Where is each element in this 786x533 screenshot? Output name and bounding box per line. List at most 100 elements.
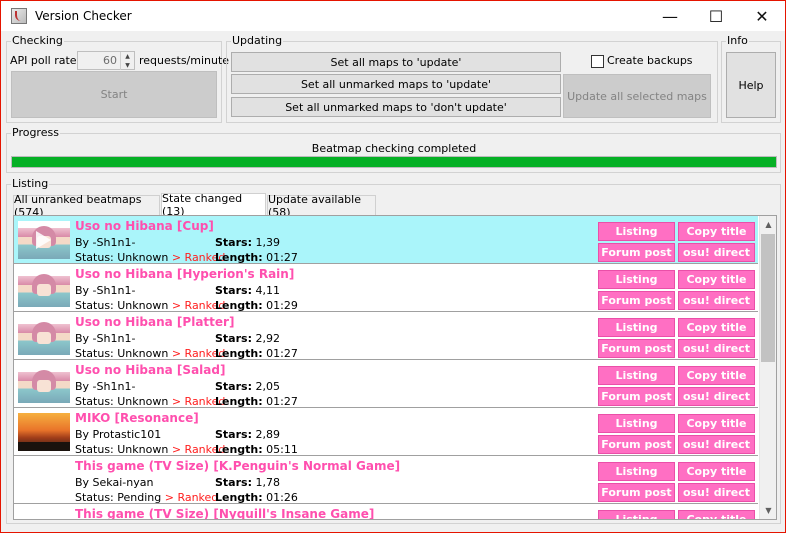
forum-post-button[interactable]: Forum post [598,483,675,502]
scroll-up-icon[interactable]: ▲ [760,216,776,233]
beatmap-mapper: By -Sh1n1- [75,380,136,393]
copy-title-button[interactable]: Copy title [678,270,755,289]
list-item[interactable]: MIKO [Resonance] By Protastic101 Status: U… [14,408,758,456]
stars-value: 1,78 [255,476,280,489]
forum-post-button[interactable]: Forum post [598,339,675,358]
set-unmarked-update-button[interactable]: Set all unmarked maps to 'update' [231,74,561,94]
spinner-up-icon[interactable]: ▲ [120,52,134,61]
copy-title-button[interactable]: Copy title [678,222,755,241]
scrollbar-thumb[interactable] [761,234,775,362]
beatmap-title: Uso no Hibana [Platter] [75,315,235,329]
copy-title-button[interactable]: Copy title [678,366,755,385]
list-item[interactable]: Uso no Hibana [Hyperion's Rain] By -Sh1n1… [14,264,758,312]
forum-post-button[interactable]: Forum post [598,243,675,262]
help-button[interactable]: Help [726,52,776,118]
tab-state-changed[interactable]: State changed (13) [161,192,266,218]
beatmap-title: This game (TV Size) [K.Penguin's Normal … [75,459,401,473]
title-bar[interactable]: Version Checker — ☐ ✕ [1,1,785,31]
beatmap-length: Length: 01:27 [215,347,298,360]
set-unmarked-dont-update-button[interactable]: Set all unmarked maps to 'don't update' [231,97,561,117]
osu-direct-button[interactable]: osu! direct [678,339,755,358]
tab-all-unranked[interactable]: All unranked beatmaps (574) [13,193,160,219]
info-panel-label: Info [726,34,749,47]
status-old: Status: Unknown [75,347,169,360]
beatmap-length: Length: 05:11 [215,443,298,456]
set-all-update-button[interactable]: Set all maps to 'update' [231,52,561,72]
beatmap-length: Length: 01:27 [215,251,298,264]
length-label: Length: [215,395,263,408]
progress-panel-label: Progress [11,126,60,139]
beatmap-status: Status: Unknown > Ranked [75,347,225,360]
copy-title-button[interactable]: Copy title [678,414,755,433]
tab-update-available[interactable]: Update available (58) [267,193,376,219]
beatmap-title: Uso no Hibana [Cup] [75,219,214,233]
stars-label: Stars: [215,332,252,345]
checking-panel-label: Checking [11,34,64,47]
listing-button[interactable]: Listing [598,222,675,241]
stars-value: 4,11 [255,284,280,297]
osu-direct-button[interactable]: osu! direct [678,387,755,406]
progress-status-text: Beatmap checking completed [311,142,477,155]
status-old: Status: Unknown [75,299,169,312]
length-value: 01:29 [266,299,298,312]
beatmap-mapper: By -Sh1n1- [75,332,136,345]
status-old: Status: Unknown [75,251,169,264]
forum-post-button[interactable]: Forum post [598,387,675,406]
length-label: Length: [215,299,263,312]
create-backups-checkbox[interactable] [591,55,604,68]
stars-value: 2,92 [255,332,280,345]
listing-button[interactable]: Listing [598,462,675,481]
listing-button[interactable]: Listing [598,366,675,385]
beatmap-stars: Stars: 2,05 [215,380,280,393]
copy-title-button[interactable]: Copy title [678,510,755,519]
list-item[interactable]: This game (TV Size) [Nyquill's Insane Ga… [14,504,758,520]
scroll-down-icon[interactable]: ▼ [760,502,776,519]
listing-button[interactable]: Listing [598,270,675,289]
anime-girl-thumbnail [18,317,70,355]
stars-value: 2,89 [255,428,280,441]
length-value: 01:27 [266,395,298,408]
copy-title-button[interactable]: Copy title [678,462,755,481]
listing-button[interactable]: Listing [598,318,675,337]
stars-value: 2,05 [255,380,280,393]
update-selected-button[interactable]: Update all selected maps [563,74,711,118]
close-button[interactable]: ✕ [739,1,785,31]
osu-direct-button[interactable]: osu! direct [678,483,755,502]
beatmap-title: This game (TV Size) [Nyquill's Insane Ga… [75,507,375,520]
osu-direct-button[interactable]: osu! direct [678,435,755,454]
forum-post-button[interactable]: Forum post [598,435,675,454]
vertical-scrollbar[interactable]: ▲ ▼ [759,216,776,519]
length-label: Length: [215,491,263,504]
beatmap-title: Uso no Hibana [Salad] [75,363,226,377]
minimize-button[interactable]: — [647,1,693,31]
beatmap-status: Status: Unknown > Ranked [75,299,225,312]
length-value: 01:27 [266,251,298,264]
beatmap-mapper: By -Sh1n1- [75,236,136,249]
spinner-down-icon[interactable]: ▼ [120,61,134,70]
list-item[interactable]: Uso no Hibana [Cup] By -Sh1n1- Status: Unk… [14,216,758,264]
list-item[interactable]: Uso no Hibana [Platter] By -Sh1n1- Status:… [14,312,758,360]
osu-direct-button[interactable]: osu! direct [678,243,755,262]
start-button[interactable]: Start [11,71,217,118]
length-value: 01:26 [266,491,298,504]
copy-title-button[interactable]: Copy title [678,318,755,337]
beatmap-status: Status: Pending > Ranked [75,491,218,504]
anime-girl-thumbnail [18,221,70,259]
beatmap-status: Status: Unknown > Ranked [75,395,225,408]
osu-direct-button[interactable]: osu! direct [678,291,755,310]
listing-button[interactable]: Listing [598,414,675,433]
app-window: Version Checker — ☐ ✕ Checking API poll … [0,0,786,533]
stars-label: Stars: [215,476,252,489]
list-item[interactable]: Uso no Hibana [Salad] By -Sh1n1- Status: U… [14,360,758,408]
list-item[interactable]: This game (TV Size) [K.Penguin's Normal … [14,456,758,504]
beatmap-mapper: By Protastic101 [75,428,162,441]
window-title: Version Checker [35,9,132,23]
poll-rate-spinner[interactable]: 60 ▲ ▼ [77,51,135,70]
play-icon[interactable] [36,231,51,249]
status-old: Status: Pending [75,491,162,504]
listing-button[interactable]: Listing [598,510,675,519]
beatmap-list[interactable]: Uso no Hibana [Cup] By -Sh1n1- Status: Unk… [13,215,777,520]
stars-label: Stars: [215,428,252,441]
maximize-button[interactable]: ☐ [693,1,739,31]
forum-post-button[interactable]: Forum post [598,291,675,310]
